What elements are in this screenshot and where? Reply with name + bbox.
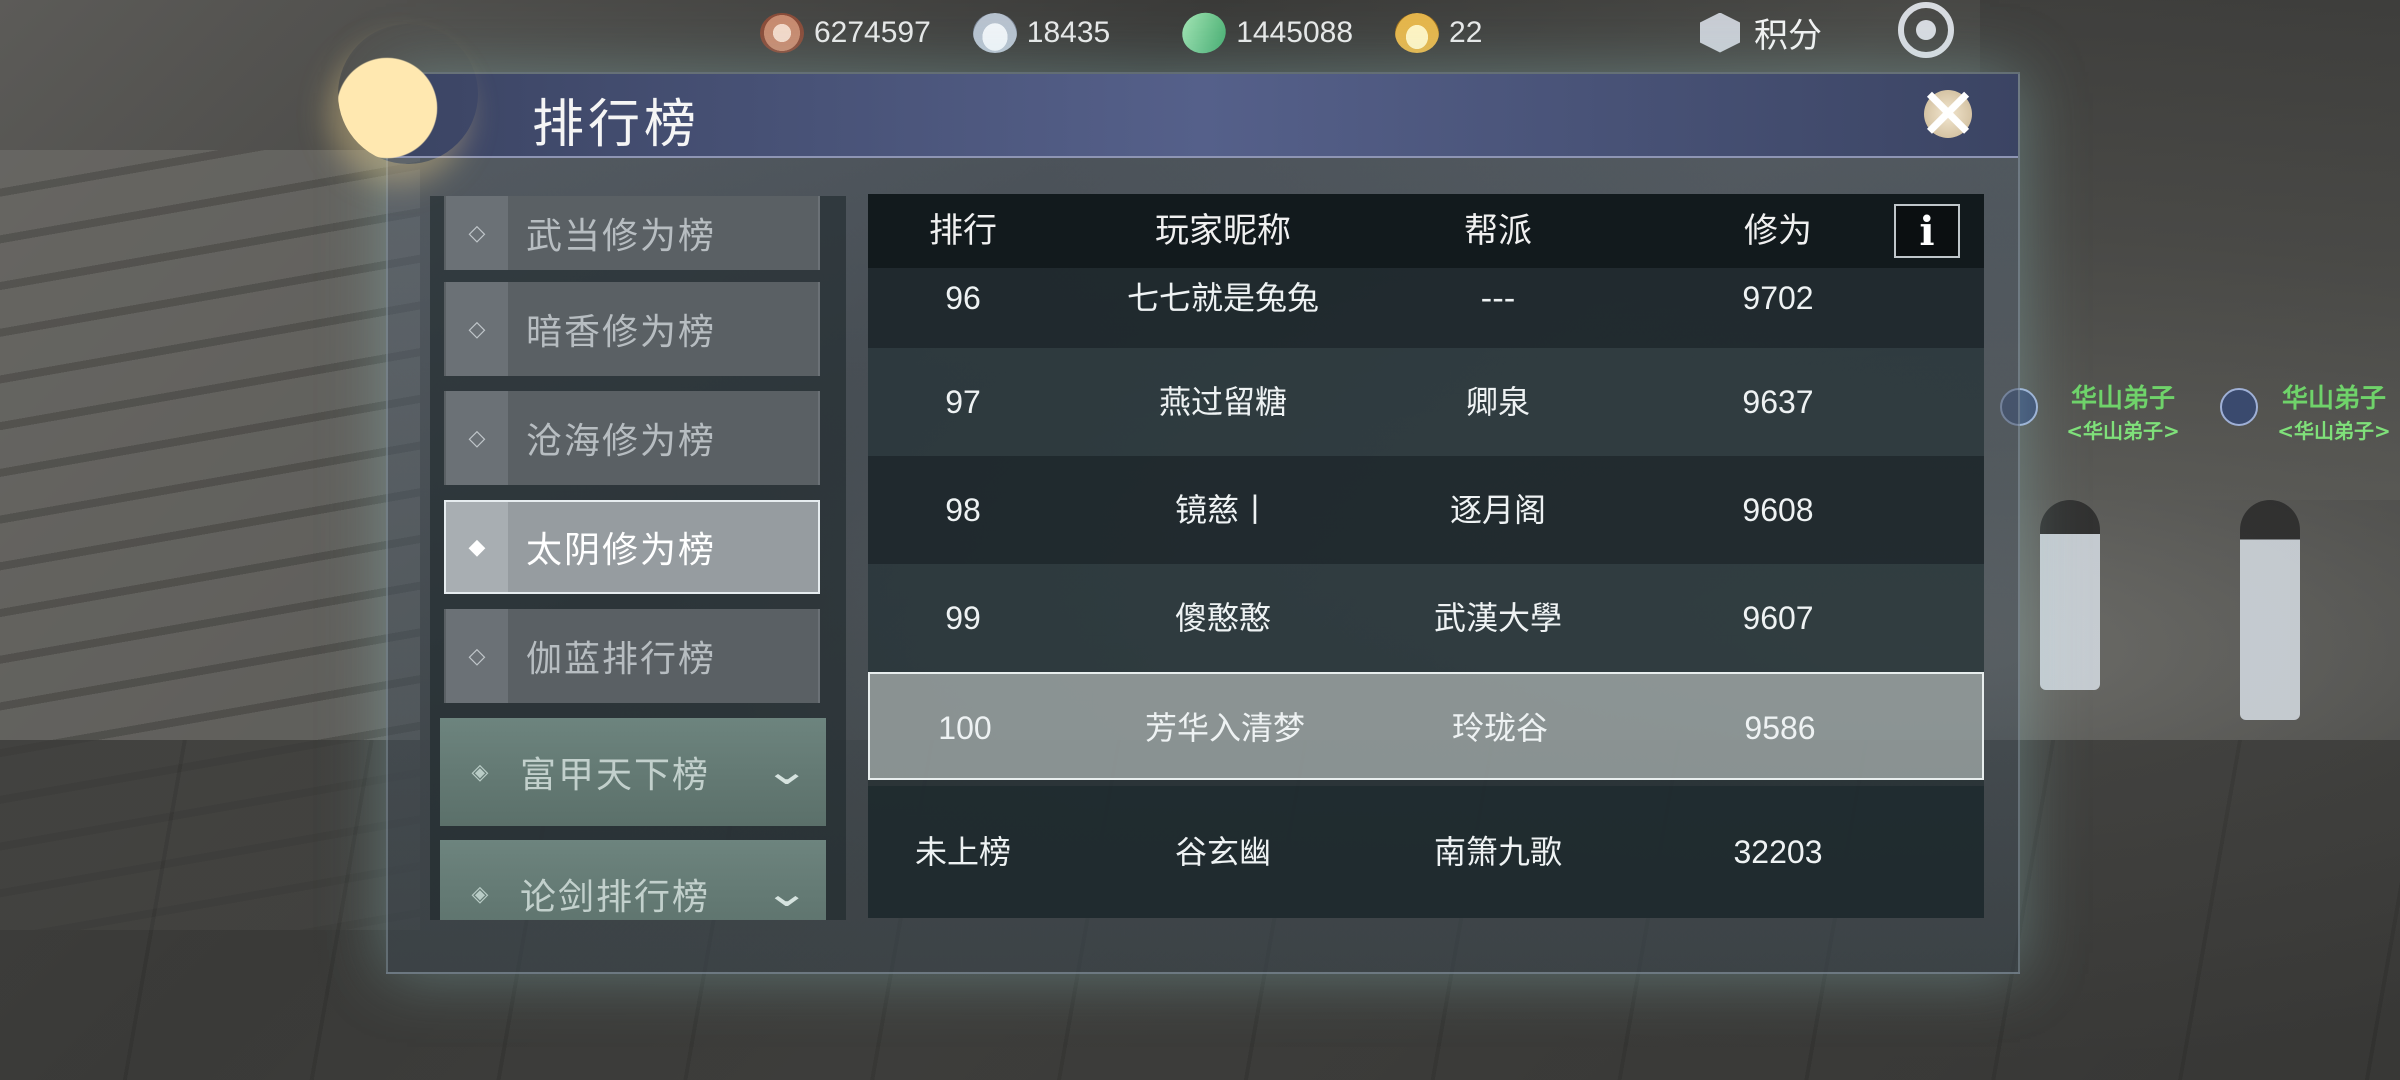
table-row[interactable]: 96 七七就是兔兔 --- 9702 [868, 268, 1984, 348]
header-score: 修为 [1744, 211, 1812, 251]
nav-item-canghai[interactable]: ◇ 沧海修为榜 [444, 391, 820, 485]
nav-item-jialan[interactable]: ◇ 伽蓝排行榜 [444, 609, 820, 703]
nav-item-label: 暗香修为榜 [526, 312, 717, 353]
currency-gold[interactable]: 22 [1395, 13, 1482, 53]
chevron-down-icon: ⌄ [763, 870, 811, 916]
header-name: 玩家昵称 [1155, 211, 1291, 251]
crescent-moon-icon [338, 24, 478, 164]
cell-name: 七七就是兔兔 [1126, 279, 1319, 317]
cell-guild: --- [1480, 279, 1516, 317]
score-label: 积分 [1754, 16, 1822, 56]
page-title: 排行榜 [532, 95, 701, 155]
npc-nameplate[interactable]: 华山弟子 <华山弟子> [2048, 378, 2198, 444]
table-row[interactable]: 99 傻憨憨 武漢大學 9607 [868, 564, 1984, 672]
npc-character[interactable] [2240, 500, 2300, 720]
cell-rank: 100 [938, 710, 992, 746]
currency-bar: 6274597 18435 1445088 22 [760, 6, 1524, 60]
currency-jade[interactable]: 1445088 [1176, 6, 1354, 60]
cell-name: 傻憨憨 [1174, 599, 1271, 637]
cell-score: 9607 [1742, 600, 1814, 636]
shield-icon [1700, 12, 1740, 53]
cell-rank: 未上榜 [914, 834, 1011, 870]
cell-name: 谷玄幽 [1174, 833, 1271, 871]
self-rank-row[interactable]: 未上榜 谷玄幽 南箫九歌 32203 [868, 786, 1984, 918]
nav-item-anxiang[interactable]: ◇ 暗香修为榜 [444, 282, 820, 376]
nav-group-lunjian[interactable]: ◈ 论剑排行榜 ⌄ [440, 840, 826, 920]
npc-subtitle: <华山弟子> [2066, 419, 2180, 443]
cell-score: 32203 [1733, 834, 1823, 870]
table-row[interactable]: 98 镜慈丨 逐月阁 9608 [868, 456, 1984, 564]
cell-rank: 98 [945, 492, 981, 528]
cell-rank: 96 [945, 280, 981, 316]
currency-value: 22 [1449, 16, 1483, 49]
nav-item-label: 伽蓝排行榜 [526, 639, 717, 680]
nav-item-label: 沧海修为榜 [526, 421, 717, 462]
cell-score: 9637 [1742, 384, 1814, 420]
cell-rank: 97 [945, 384, 981, 420]
header-rank: 排行 [929, 211, 997, 251]
npc-emblem-icon [2220, 388, 2258, 426]
silver-ingot-plus-icon [972, 13, 1017, 53]
cell-name: 镜慈丨 [1174, 491, 1271, 529]
currency-value: 18435 [1026, 16, 1111, 49]
nav-group-label: 富甲天下榜 [520, 755, 711, 796]
nav-item-label: 太阴修为榜 [526, 530, 717, 571]
gold-ingot-plus-icon [1395, 13, 1440, 53]
chevron-down-icon: ⌄ [763, 748, 811, 794]
nav-group-label: 论剑排行榜 [520, 877, 711, 918]
npc-title: 华山弟子 [2070, 384, 2175, 414]
cell-rank: 99 [945, 600, 981, 636]
diamond-filled-icon: ◆ [468, 534, 486, 560]
diamond-icon: ◇ [468, 316, 486, 342]
info-button[interactable]: i [1894, 204, 1960, 258]
close-button[interactable]: ✕ [1898, 64, 1998, 164]
header-guild: 帮派 [1464, 211, 1532, 251]
npc-nameplate[interactable]: 华山弟子 <华山弟子> [2268, 378, 2400, 444]
cell-guild: 玲珑谷 [1451, 709, 1548, 747]
currency-value: 6274597 [814, 16, 931, 49]
nav-item-wudang[interactable]: ◇ 武当修为榜 [444, 196, 820, 270]
nav-item-label: 武当修为榜 [526, 216, 717, 257]
diamond-icon: ◇ [468, 643, 486, 669]
cell-name: 芳华入清梦 [1144, 709, 1305, 747]
currency-silver[interactable]: 18435 [972, 13, 1111, 53]
table-header: 排行 玩家昵称 帮派 修为 i [868, 194, 1984, 268]
npc-subtitle: <华山弟子> [2277, 419, 2391, 443]
ranking-table[interactable]: 排行 玩家昵称 帮派 修为 i 96 七七就是兔兔 --- 9702 97 燕过… [868, 194, 1984, 918]
coin-icon [760, 13, 804, 53]
settings-gear-icon[interactable] [1898, 2, 1954, 58]
jade-plus-icon [1176, 6, 1232, 60]
close-icon: ✕ [1917, 72, 1979, 156]
ranking-panel: 排行榜 ✕ ◇ 武当修为榜 ◇ 暗香修为榜 ◇ 沧海修为榜 ◆ 太阴修为榜 ◇ … [338, 24, 2020, 974]
double-diamond-icon: ◈ [471, 759, 489, 785]
score-button[interactable]: 积分 [1700, 8, 1822, 57]
table-row[interactable]: 97 燕过留糖 卿泉 9637 [868, 348, 1984, 456]
double-diamond-icon: ◈ [471, 881, 489, 907]
currency-value: 1445088 [1236, 16, 1354, 49]
currency-coin[interactable]: 6274597 [760, 13, 931, 53]
diamond-icon: ◇ [468, 425, 486, 451]
nav-item-taiyin[interactable]: ◆ 太阴修为榜 [444, 500, 820, 594]
cell-guild: 逐月阁 [1449, 491, 1546, 529]
npc-character[interactable] [2040, 500, 2100, 690]
cell-guild: 南箫九歌 [1433, 833, 1562, 871]
ranking-category-list[interactable]: ◇ 武当修为榜 ◇ 暗香修为榜 ◇ 沧海修为榜 ◆ 太阴修为榜 ◇ 伽蓝排行榜 … [430, 196, 846, 920]
cell-guild: 武漢大學 [1433, 599, 1562, 637]
nav-group-fujia[interactable]: ◈ 富甲天下榜 ⌄ [440, 718, 826, 826]
cell-score: 9608 [1742, 492, 1814, 528]
cell-score: 9586 [1744, 710, 1816, 746]
diamond-icon: ◇ [468, 220, 486, 246]
cell-name: 燕过留糖 [1158, 383, 1287, 421]
cell-score: 9702 [1742, 280, 1814, 316]
table-row-selected[interactable]: 100 芳华入清梦 玲珑谷 9586 [868, 672, 1984, 780]
npc-title: 华山弟子 [2281, 384, 2386, 414]
cell-guild: 卿泉 [1465, 383, 1530, 421]
